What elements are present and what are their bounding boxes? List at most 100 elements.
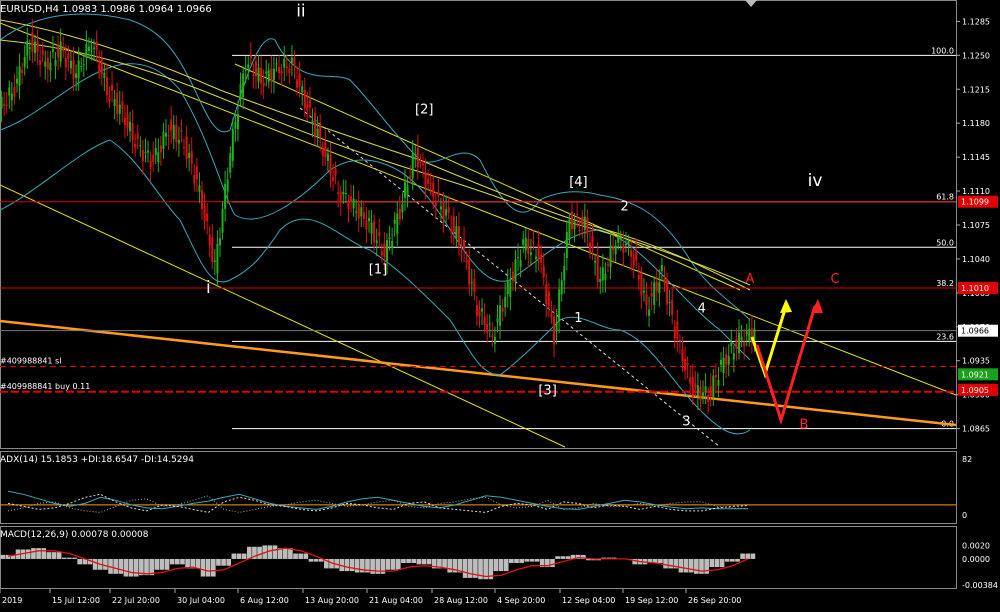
candle-body bbox=[473, 278, 476, 292]
candle-body bbox=[31, 32, 34, 53]
candle-body bbox=[722, 357, 725, 373]
macd-histogram-bar bbox=[658, 558, 663, 563]
candle-body bbox=[553, 316, 556, 345]
candle-body bbox=[624, 244, 627, 246]
adx-scale-label: 82 bbox=[962, 455, 972, 464]
candle-body bbox=[658, 282, 661, 294]
order-label: #409988841 sl bbox=[0, 357, 61, 366]
candle-body bbox=[445, 209, 448, 216]
macd-histogram-bar bbox=[51, 552, 57, 559]
macd-histogram-bar bbox=[272, 545, 278, 559]
macd-histogram-bar bbox=[565, 556, 571, 559]
candle-body bbox=[82, 64, 85, 66]
candle-body bbox=[712, 375, 715, 398]
macd-histogram-bar bbox=[257, 546, 262, 559]
candle-body bbox=[49, 62, 52, 71]
macd-histogram-bar bbox=[704, 558, 709, 574]
candle-body bbox=[229, 153, 232, 173]
candle-body bbox=[321, 148, 324, 157]
candle-body bbox=[686, 363, 689, 366]
candle-body bbox=[278, 66, 281, 73]
candle-body bbox=[244, 68, 247, 71]
wave-label: ii bbox=[296, 2, 305, 22]
time-tick-label: 22 Jul 20:00 bbox=[112, 596, 160, 605]
macd-histogram-bar bbox=[216, 558, 221, 566]
candle-body bbox=[236, 114, 239, 130]
candle-body bbox=[175, 124, 178, 143]
candle-body bbox=[411, 153, 414, 178]
time-tick-label: 28 Aug 12:00 bbox=[434, 596, 488, 605]
candle-body bbox=[702, 392, 705, 396]
candle-body bbox=[360, 207, 363, 217]
candle-body bbox=[707, 395, 710, 402]
macd-histogram-bar bbox=[390, 558, 396, 570]
macd-histogram-bar bbox=[92, 558, 98, 570]
candle-body bbox=[234, 121, 237, 129]
candle-body bbox=[563, 265, 566, 281]
candle-body bbox=[21, 69, 24, 73]
candle-body bbox=[570, 211, 573, 230]
price-tick-label: 1.1285 bbox=[962, 17, 990, 26]
candle-body bbox=[481, 308, 484, 312]
candle-body bbox=[540, 254, 543, 263]
candle-body bbox=[671, 299, 674, 315]
wave-label: 1 bbox=[574, 311, 582, 326]
candle-body bbox=[218, 238, 221, 246]
candle-body bbox=[95, 41, 98, 50]
candle-body bbox=[478, 309, 481, 317]
price-tick-label: 1.0935 bbox=[962, 357, 990, 366]
candle-body bbox=[427, 178, 430, 185]
price-box-label: 1.0966 bbox=[961, 327, 989, 336]
macd-histogram-bar bbox=[25, 549, 31, 559]
macd-histogram-bar bbox=[113, 558, 118, 574]
candle-body bbox=[18, 66, 21, 86]
candle-body bbox=[0, 96, 3, 109]
macd-histogram-bar bbox=[293, 553, 298, 559]
candle-body bbox=[635, 251, 638, 261]
candle-body bbox=[725, 354, 728, 365]
macd-histogram-bar bbox=[103, 558, 108, 570]
price-box-label: 1.0921 bbox=[961, 370, 989, 379]
candle-body bbox=[103, 72, 106, 78]
price-box-label: 1.1010 bbox=[961, 284, 989, 293]
time-tick-label: 19 Sep 12:00 bbox=[625, 596, 678, 605]
candle-body bbox=[450, 228, 453, 232]
candle-body bbox=[213, 260, 216, 263]
candle-body bbox=[663, 278, 666, 284]
candle-body bbox=[77, 60, 80, 79]
wave-label: C bbox=[830, 272, 839, 287]
candle-body bbox=[519, 260, 522, 267]
candle-body bbox=[339, 191, 342, 203]
candle-body bbox=[57, 46, 60, 58]
candle-body bbox=[365, 220, 368, 230]
price-tick-label: 1.0865 bbox=[962, 425, 990, 434]
macd-histogram-bar bbox=[524, 558, 530, 562]
macd-histogram-bar bbox=[462, 558, 468, 578]
candle-body bbox=[3, 104, 6, 106]
candle-body bbox=[511, 272, 514, 282]
price-tick-label: 1.1110 bbox=[962, 187, 990, 196]
candle-body bbox=[581, 216, 584, 226]
candle-body bbox=[149, 160, 152, 168]
candle-body bbox=[437, 192, 440, 196]
candle-body bbox=[190, 150, 193, 164]
candle-body bbox=[80, 65, 83, 67]
time-tick-label: 26 Sep 20:00 bbox=[688, 596, 741, 605]
candle-body bbox=[547, 291, 550, 306]
macd-histogram-bar bbox=[730, 558, 735, 562]
candle-body bbox=[301, 86, 304, 92]
fib-label: 38.2 bbox=[936, 279, 954, 288]
macd-histogram-bar bbox=[205, 558, 211, 577]
candle-body bbox=[483, 316, 486, 325]
candle-body bbox=[432, 182, 435, 197]
macd-histogram-bar bbox=[529, 558, 535, 562]
macd-histogram-bar bbox=[175, 558, 180, 565]
macd-histogram-bar bbox=[354, 558, 360, 573]
macd-histogram-bar bbox=[180, 558, 185, 565]
macd-histogram-bar bbox=[370, 558, 375, 574]
candle-body bbox=[576, 213, 579, 215]
candle-body bbox=[167, 135, 170, 137]
candle-body bbox=[188, 152, 191, 158]
time-tick-label: 2019 bbox=[2, 596, 22, 605]
candle-body bbox=[617, 236, 620, 243]
